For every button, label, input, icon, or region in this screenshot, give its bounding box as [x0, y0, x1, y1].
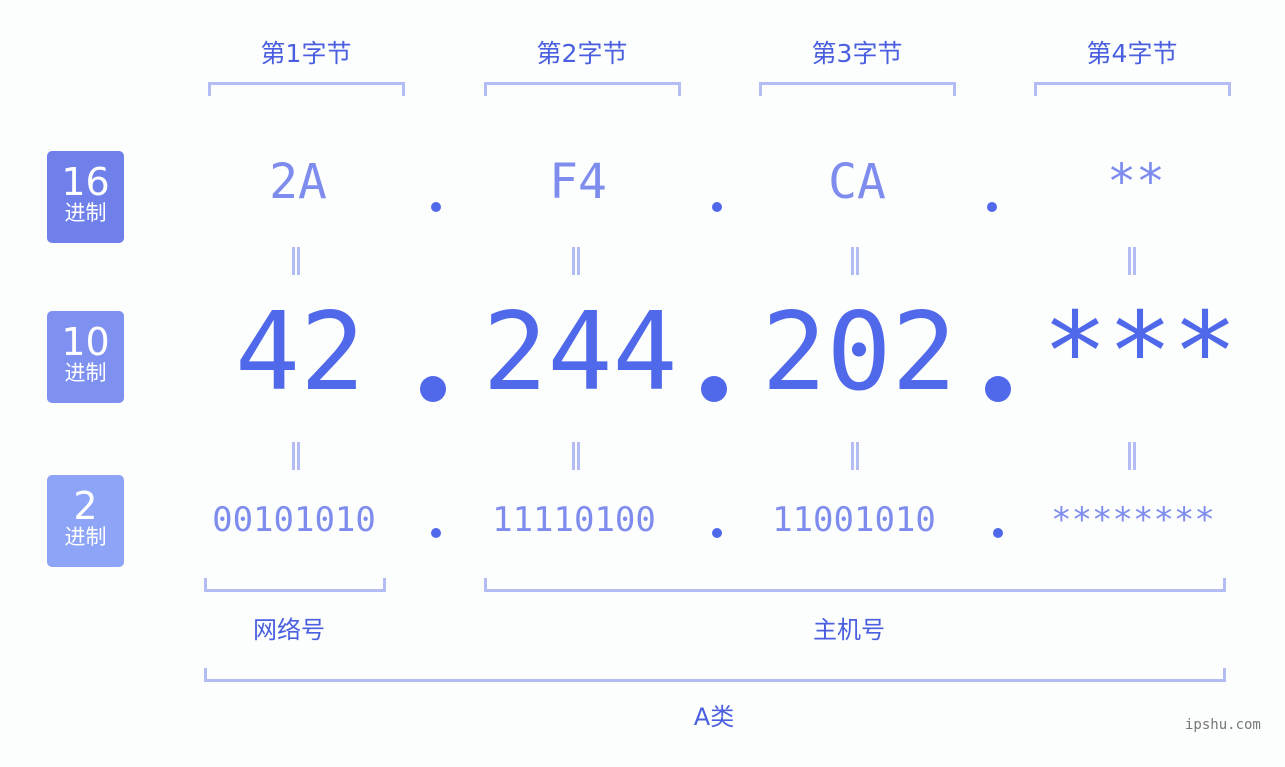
byte-2-header: 第2字节 — [536, 39, 628, 68]
class-label: A类 — [693, 703, 735, 731]
dec-byte-1: 42 — [234, 290, 366, 415]
bin-badge-label: 进制 — [64, 525, 107, 549]
equals-icon — [1128, 442, 1136, 470]
bin-separator-dot — [993, 528, 1003, 538]
dec-byte-3: 202 — [761, 290, 957, 415]
bin-byte-2: 11110100 — [492, 500, 656, 540]
equals-icon — [1128, 247, 1136, 275]
hex-separator-dot — [987, 202, 997, 212]
hex-byte-1: 2A — [269, 154, 327, 210]
host-label: 主机号 — [813, 616, 885, 644]
host-bracket — [484, 578, 1226, 592]
dec-badge: 10 进制 — [47, 311, 124, 403]
byte-1-header: 第1字节 — [260, 39, 352, 68]
bin-byte-1: 00101010 — [212, 500, 376, 540]
bin-byte-3: 11001010 — [772, 500, 936, 540]
dec-separator-dot — [701, 376, 727, 402]
hex-badge-number: 16 — [61, 160, 110, 204]
equals-icon — [572, 247, 580, 275]
dec-separator-dot — [420, 376, 446, 402]
bin-badge: 2 进制 — [47, 475, 124, 567]
byte-3-header: 第3字节 — [811, 39, 903, 68]
equals-icon — [851, 247, 859, 275]
bin-badge-number: 2 — [73, 484, 98, 528]
byte-1-bracket — [208, 82, 405, 96]
equals-icon — [292, 442, 300, 470]
dec-byte-2: 244 — [482, 290, 678, 415]
bin-byte-4: ******** — [1051, 500, 1215, 540]
dec-badge-label: 进制 — [64, 361, 107, 385]
equals-icon — [851, 442, 859, 470]
bin-separator-dot — [431, 528, 441, 538]
dec-byte-4: *** — [1042, 290, 1238, 415]
hex-separator-dot — [712, 202, 722, 212]
hex-badge: 16 进制 — [47, 151, 124, 243]
hex-byte-4: ** — [1107, 154, 1165, 210]
network-bracket — [204, 578, 386, 592]
network-label: 网络号 — [253, 616, 325, 644]
hex-separator-dot — [431, 202, 441, 212]
hex-byte-2: F4 — [549, 154, 607, 210]
dec-badge-number: 10 — [61, 320, 110, 364]
equals-icon — [292, 247, 300, 275]
dec-separator-dot — [985, 376, 1011, 402]
byte-4-header: 第4字节 — [1086, 39, 1178, 68]
class-bracket — [204, 668, 1226, 682]
byte-4-bracket — [1034, 82, 1231, 96]
byte-3-bracket — [759, 82, 956, 96]
hex-badge-label: 进制 — [64, 201, 107, 225]
hex-byte-3: CA — [828, 154, 886, 210]
watermark: ipshu.com — [1185, 717, 1261, 733]
equals-icon — [572, 442, 580, 470]
byte-2-bracket — [484, 82, 681, 96]
bin-separator-dot — [712, 528, 722, 538]
